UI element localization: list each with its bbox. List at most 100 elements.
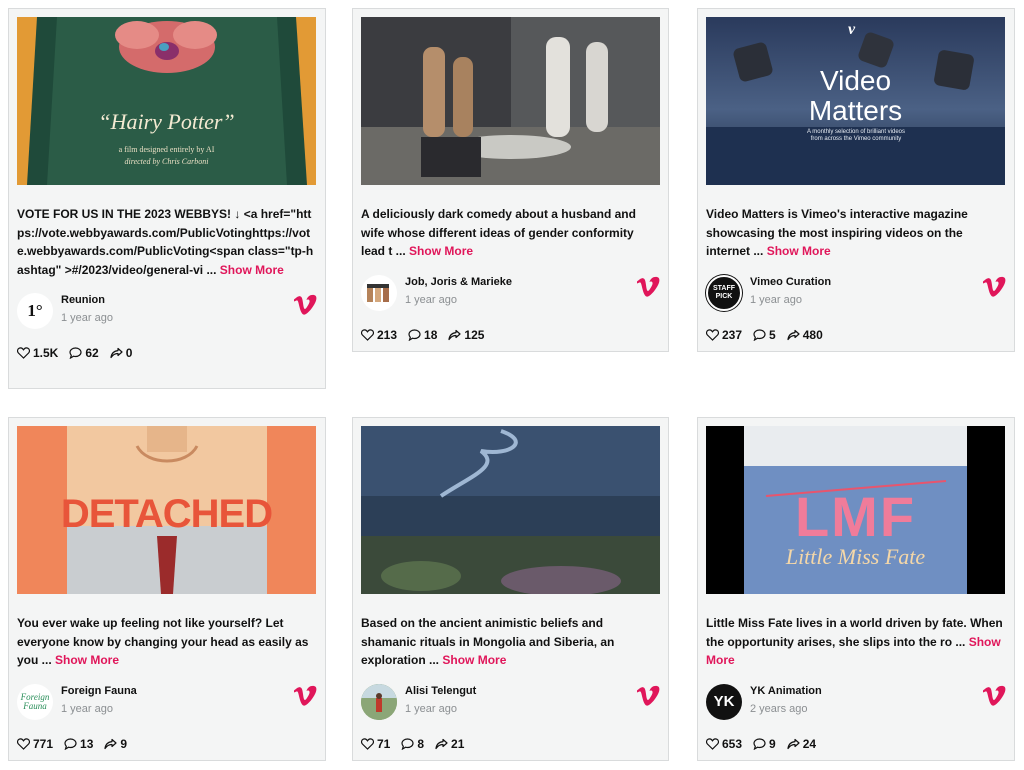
shares-count: 24	[802, 736, 817, 751]
likes-count: 653	[722, 736, 743, 751]
comments-stat[interactable]: 8	[401, 737, 424, 751]
thumbnail-subtitle: a film designed entirely by AI	[118, 145, 215, 154]
author-row: YK YK Animation 2 years ago	[706, 683, 1006, 720]
comments-count: 62	[85, 346, 99, 360]
video-card[interactable]: A deliciously dark comedy about a husban…	[352, 8, 669, 352]
likes-count: 71	[377, 736, 391, 751]
stats-row: 71 8 21	[361, 724, 660, 764]
likes-stat[interactable]: 237	[706, 328, 742, 342]
author-row: Alisi Telengut 1 year ago	[361, 683, 660, 720]
shares-stat[interactable]: 21	[435, 737, 464, 751]
thumbnail-art	[361, 17, 660, 185]
description-text: A deliciously dark comedy about a husban…	[361, 207, 636, 258]
thumbnail-title: “Hairy Potter”	[98, 109, 235, 134]
author-row: 1° Reunion 1 year ago	[17, 293, 317, 329]
avatar[interactable]	[361, 683, 397, 720]
show-more-link[interactable]: Show More	[767, 244, 831, 258]
comment-icon	[408, 328, 421, 341]
avatar[interactable]: STAFF PICK	[706, 274, 742, 311]
vimeo-logo-icon[interactable]	[636, 276, 660, 298]
comments-stat[interactable]: 13	[64, 737, 93, 751]
avatar-text: 1°	[27, 301, 43, 320]
video-card[interactable]: DETACHED You ever wake up feeling not li…	[8, 417, 326, 761]
shares-stat[interactable]: 24	[787, 737, 816, 751]
heart-icon	[17, 347, 30, 359]
comments-stat[interactable]: 5	[753, 328, 776, 342]
shares-count: 125	[464, 327, 485, 342]
vimeo-logo-icon[interactable]	[982, 685, 1006, 707]
heart-icon	[706, 737, 719, 750]
post-time: 1 year ago	[405, 293, 457, 306]
video-description: Based on the ancient animistic beliefs a…	[361, 614, 661, 670]
comments-stat[interactable]: 9	[753, 737, 776, 751]
thumbnail-credit: directed by Chris Carboni	[124, 157, 209, 166]
avatar-image	[367, 283, 389, 302]
vimeo-logo-icon[interactable]	[293, 685, 317, 707]
thumbnail-title-line2: Matters	[808, 95, 903, 126]
video-card[interactable]: LMF Little Miss Fate Little Miss Fate li…	[697, 417, 1015, 761]
avatar[interactable]: 1°	[17, 293, 53, 329]
vimeo-logo-icon[interactable]	[293, 294, 317, 316]
likes-count: 237	[722, 327, 743, 342]
comment-icon	[753, 737, 766, 750]
thumbnail-subtitle: A monthly selection of brilliant videos …	[806, 129, 906, 142]
video-description: VOTE FOR US IN THE 2023 WEBBYS! ↓ <a hre…	[17, 205, 317, 279]
vimeo-logo-icon[interactable]	[982, 276, 1006, 298]
likes-stat[interactable]: 1.5K	[17, 346, 58, 360]
video-thumbnail[interactable]: LMF Little Miss Fate	[706, 426, 1005, 594]
likes-stat[interactable]: 213	[361, 328, 397, 342]
author-name[interactable]: Reunion	[61, 294, 105, 306]
post-time: 1 year ago	[61, 702, 113, 715]
show-more-link[interactable]: Show More	[409, 244, 473, 258]
video-thumbnail[interactable]	[361, 17, 660, 185]
vimeo-logo-icon[interactable]	[636, 685, 660, 707]
shares-stat[interactable]: 0	[110, 346, 132, 360]
shares-count: 21	[451, 736, 465, 751]
author-row: Foreign Fauna Foreign Fauna 1 year ago	[17, 683, 317, 720]
share-icon	[787, 738, 800, 749]
shares-stat[interactable]: 9	[104, 737, 127, 751]
video-description: Little Miss Fate lives in a world driven…	[706, 614, 1006, 670]
avatar-text: Foreign Fauna	[20, 691, 50, 711]
heart-icon	[361, 737, 374, 750]
video-description: You ever wake up feeling not like yourse…	[17, 614, 317, 670]
avatar[interactable]: YK	[706, 683, 742, 720]
stats-row: 653 9 24	[706, 724, 1006, 764]
shares-stat[interactable]: 480	[787, 328, 823, 342]
likes-stat[interactable]: 771	[17, 737, 53, 751]
author-name[interactable]: Vimeo Curation	[750, 276, 831, 288]
author-row: Job, Joris & Marieke 1 year ago	[361, 274, 660, 311]
likes-stat[interactable]: 653	[706, 737, 742, 751]
description-text: Little Miss Fate lives in a world driven…	[706, 616, 1003, 649]
show-more-link[interactable]: Show More	[55, 653, 119, 667]
shares-stat[interactable]: 125	[448, 328, 484, 342]
author-name[interactable]: Foreign Fauna	[61, 685, 137, 697]
heart-icon	[361, 328, 374, 341]
share-icon	[110, 347, 123, 359]
video-card[interactable]: v Video Matters A monthly selection of b…	[697, 8, 1015, 352]
video-thumbnail[interactable]: “Hairy Potter” a film designed entirely …	[17, 17, 316, 185]
author-name[interactable]: Alisi Telengut	[405, 685, 476, 697]
likes-stat[interactable]: 71	[361, 737, 390, 751]
video-thumbnail[interactable]	[361, 426, 660, 594]
comments-stat[interactable]: 18	[408, 328, 437, 342]
description-text: Video Matters is Vimeo's interactive mag…	[706, 207, 968, 258]
comment-icon	[401, 737, 414, 750]
video-thumbnail[interactable]: DETACHED	[17, 426, 316, 594]
comments-count: 5	[769, 327, 776, 342]
author-name[interactable]: YK Animation	[750, 685, 822, 697]
thumbnail-title: DETACHED	[60, 492, 273, 536]
show-more-link[interactable]: Show More	[442, 653, 506, 667]
thumbnail-art	[361, 426, 660, 594]
avatar[interactable]	[361, 274, 397, 311]
comments-stat[interactable]: 62	[69, 346, 99, 360]
post-time: 1 year ago	[61, 312, 113, 324]
comments-count: 8	[417, 736, 425, 751]
show-more-link[interactable]: Show More	[220, 263, 284, 277]
avatar[interactable]: Foreign Fauna	[17, 683, 53, 720]
video-card[interactable]: Based on the ancient animistic beliefs a…	[352, 417, 669, 761]
video-card[interactable]: “Hairy Potter” a film designed entirely …	[8, 8, 326, 389]
video-thumbnail[interactable]: v Video Matters A monthly selection of b…	[706, 17, 1005, 185]
author-name[interactable]: Job, Joris & Marieke	[405, 276, 512, 288]
avatar-text: STAFF PICK	[712, 284, 736, 300]
